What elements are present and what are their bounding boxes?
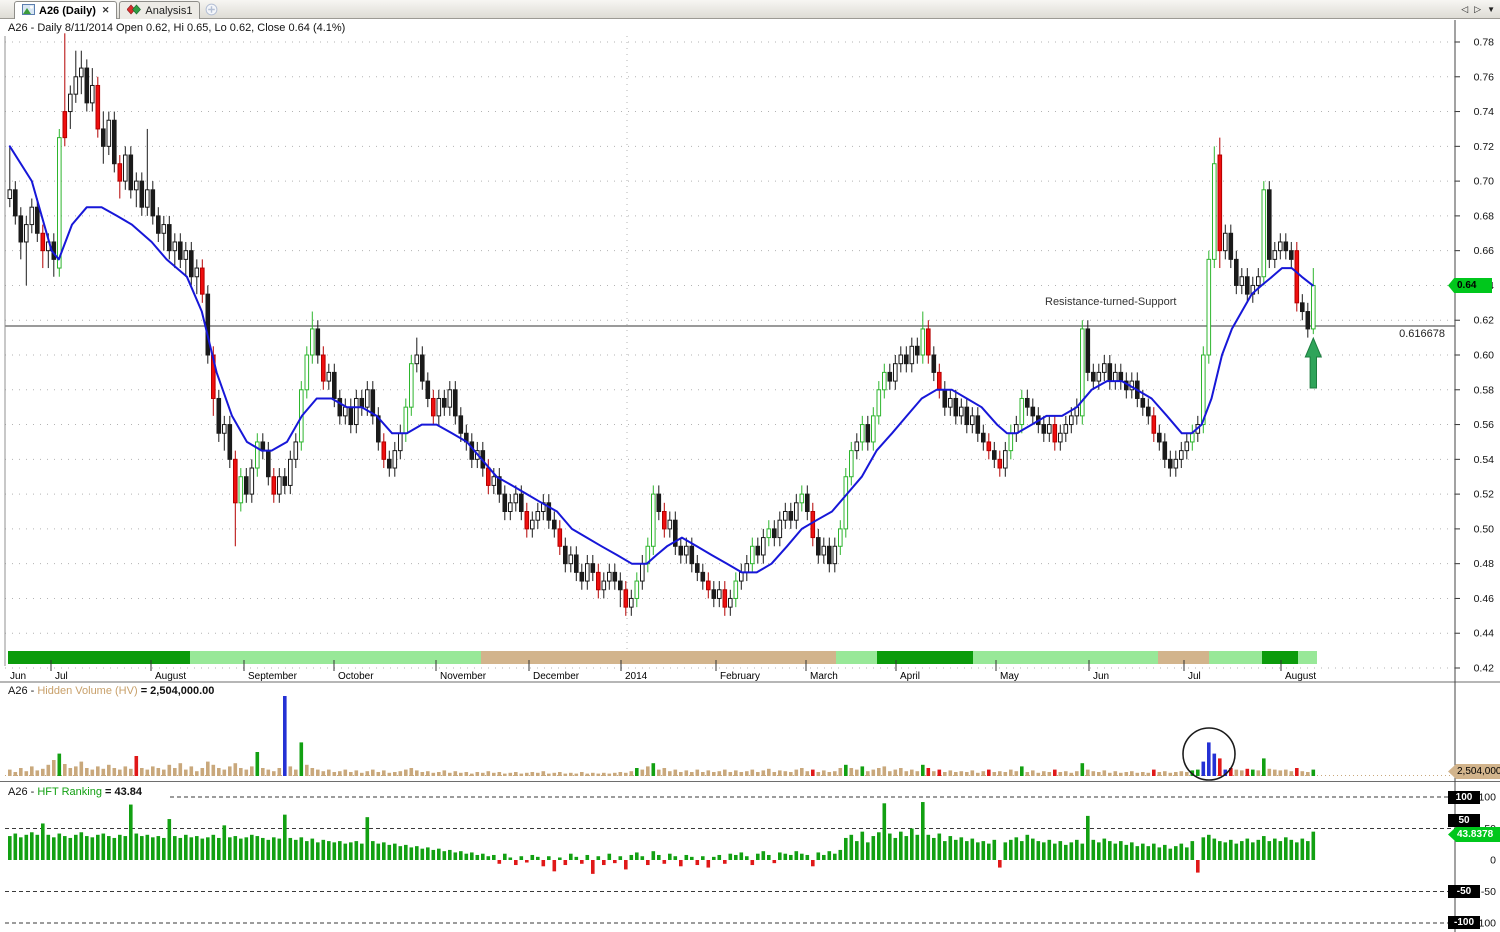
indicator-name: Hidden Volume (HV): [37, 685, 137, 697]
resistance-support-annotation: Resistance-turned-Support: [1045, 296, 1176, 308]
hft-level-tag-50: 50: [1448, 814, 1480, 827]
hft-level-tag-m100: -100: [1448, 916, 1480, 929]
support-line-value-label: 0.616678: [1345, 328, 1445, 340]
new-tab-button[interactable]: [205, 3, 218, 16]
svg-text:0.72: 0.72: [1474, 141, 1495, 153]
svg-text:December: December: [533, 671, 580, 682]
indicator-value: = 43.84: [102, 786, 142, 798]
scroll-tabs-left-icon[interactable]: ◁: [1461, 0, 1468, 19]
hft-level-tag-m50: -50: [1448, 885, 1480, 898]
tab-label: A26 (Daily): [39, 5, 96, 17]
svg-text:Jul: Jul: [55, 671, 68, 682]
svg-text:0.66: 0.66: [1474, 245, 1495, 257]
hft-bars: [8, 802, 1315, 874]
tab-scroll-controls: ◁ ▷ ▼: [1461, 0, 1495, 18]
close-icon[interactable]: ✕: [102, 5, 110, 16]
moving-average-line: [10, 146, 1313, 572]
tab-bar: A26 (Daily) ✕ Analysis1 ◁ ▷ ▼: [0, 0, 1500, 19]
charting-app-window: A26 (Daily) ✕ Analysis1 ◁ ▷ ▼ 0.78 0.76 0.…: [0, 0, 1500, 932]
svg-text:0.78: 0.78: [1474, 37, 1495, 49]
symbol-prefix: A26 -: [8, 786, 37, 798]
hft-value-tag: 43.8378: [1448, 827, 1500, 842]
chart-image-icon: [22, 4, 35, 18]
tab-label: Analysis1: [145, 5, 192, 17]
svg-text:100: 100: [1478, 792, 1496, 804]
svg-text:March: March: [810, 671, 838, 682]
svg-text:October: October: [338, 671, 374, 682]
svg-text:Jun: Jun: [1093, 671, 1109, 682]
hft-level-tag-100: 100: [1448, 791, 1480, 804]
svg-text:September: September: [248, 671, 298, 682]
analysis-diamonds-icon: [127, 4, 141, 18]
svg-text:0.62: 0.62: [1474, 315, 1495, 327]
volume-panel-title: A26 - Hidden Volume (HV) = 2,504,000.00: [8, 685, 214, 697]
price-grid: 0.78 0.76 0.74 0.72 0.70 0.68 0.66 0.64 0.62 0.60…: [5, 37, 1494, 675]
tab-list-dropdown-icon[interactable]: ▼: [1487, 0, 1495, 19]
svg-text:0.44: 0.44: [1474, 628, 1495, 640]
volume-bars: [5, 696, 1455, 776]
svg-text:0.74: 0.74: [1474, 106, 1495, 118]
hft-panel-title: A26 - HFT Ranking = 43.84: [8, 786, 142, 798]
chart-canvas[interactable]: 0.78 0.76 0.74 0.72 0.70 0.68 0.66 0.64 0.62 0.60…: [0, 0, 1500, 932]
tab-analysis1[interactable]: Analysis1: [119, 1, 200, 19]
svg-text:0.48: 0.48: [1474, 558, 1495, 570]
svg-text:May: May: [1000, 671, 1019, 682]
last-price-tag: 0.64: [1448, 278, 1492, 293]
phase-ribbon: [8, 651, 1317, 664]
svg-text:0.60: 0.60: [1474, 350, 1495, 362]
svg-text:0.76: 0.76: [1474, 71, 1495, 83]
svg-text:0.70: 0.70: [1474, 176, 1495, 188]
svg-text:Jul: Jul: [1188, 671, 1201, 682]
svg-text:August: August: [155, 671, 186, 682]
indicator-value: = 2,504,000.00: [138, 685, 215, 697]
svg-text:2014: 2014: [625, 671, 648, 682]
svg-text:February: February: [720, 671, 760, 682]
svg-text:0.52: 0.52: [1474, 489, 1495, 501]
indicator-name: HFT Ranking: [37, 786, 102, 798]
svg-text:-50: -50: [1481, 886, 1496, 898]
tab-a26-daily[interactable]: A26 (Daily) ✕: [14, 1, 117, 19]
svg-text:0.56: 0.56: [1474, 419, 1495, 431]
svg-text:0.50: 0.50: [1474, 523, 1495, 535]
svg-text:0.58: 0.58: [1474, 384, 1495, 396]
symbol-prefix: A26 -: [8, 685, 37, 697]
svg-text:November: November: [440, 671, 487, 682]
svg-text:0.46: 0.46: [1474, 593, 1495, 605]
panel-borders: [0, 20, 1500, 932]
svg-text:0: 0: [1490, 855, 1496, 867]
svg-text:0.68: 0.68: [1474, 210, 1495, 222]
scroll-tabs-right-icon[interactable]: ▷: [1474, 0, 1481, 19]
svg-text:0.54: 0.54: [1474, 454, 1495, 466]
up-arrow-annotation: [1305, 338, 1321, 388]
svg-text:April: April: [900, 671, 920, 682]
svg-text:0.42: 0.42: [1474, 663, 1495, 675]
volume-value-tag: 2,504,000: [1448, 764, 1500, 779]
svg-text:Jun: Jun: [10, 671, 26, 682]
ohlc-title: A26 - Daily 8/11/2014 Open 0.62, Hi 0.65…: [8, 22, 345, 34]
svg-text:August: August: [1285, 671, 1316, 682]
